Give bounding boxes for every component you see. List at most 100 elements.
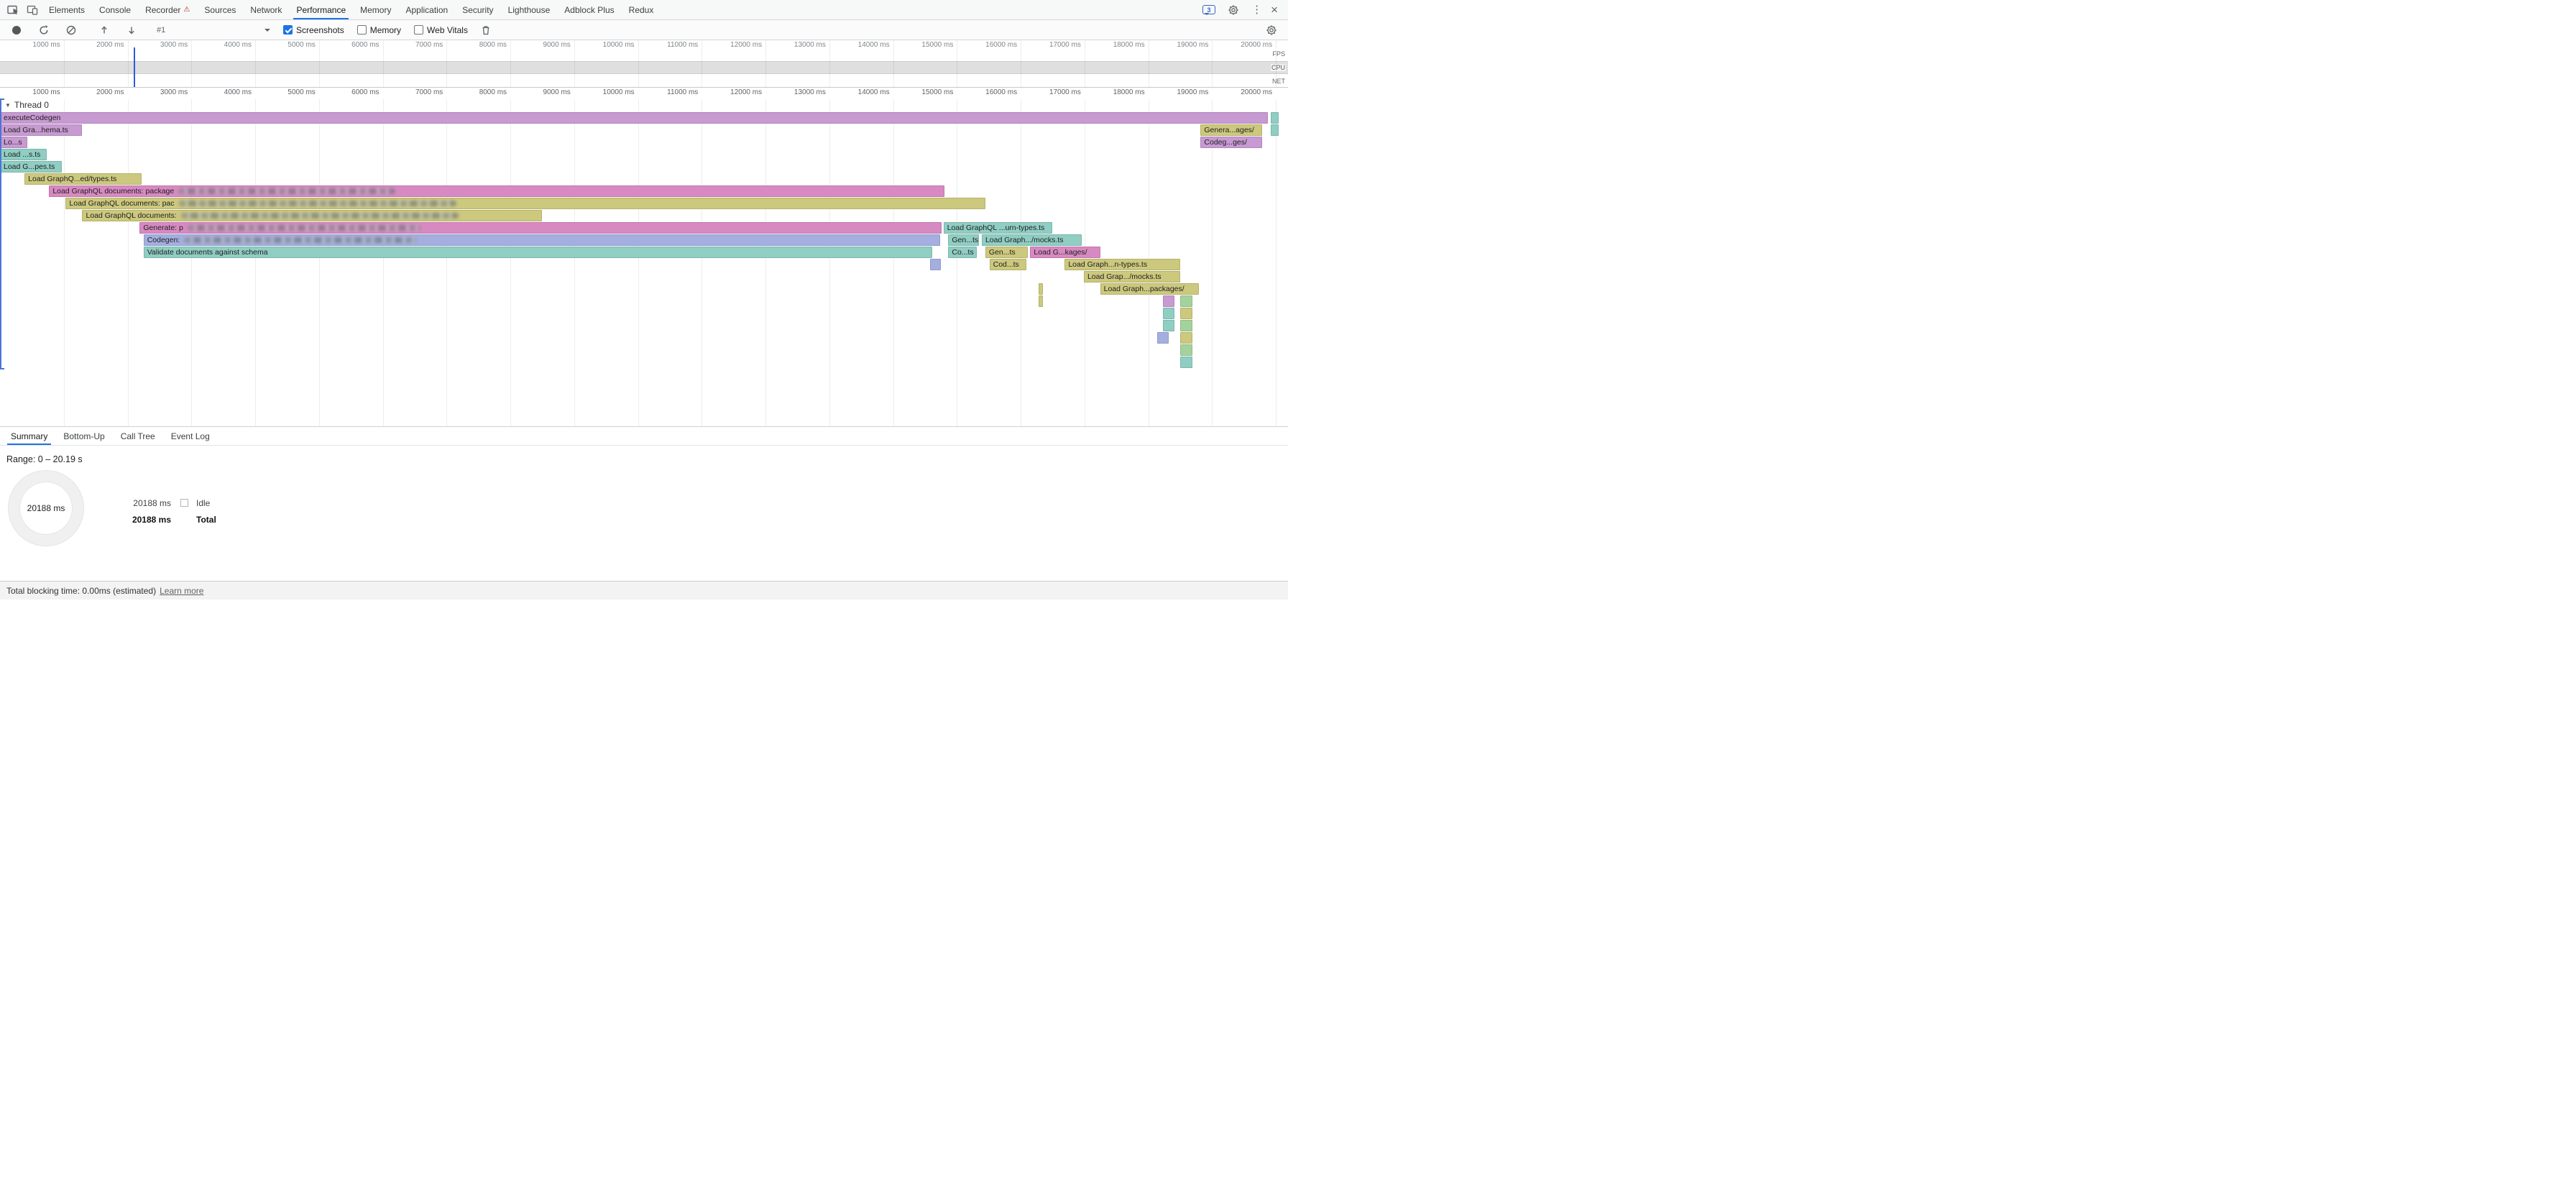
flame-bar[interactable]: Codeg...ges/ <box>1200 137 1262 148</box>
drawer-tab-bottom-up[interactable]: Bottom-Up <box>55 427 112 445</box>
thread-label: Thread 0 <box>14 100 49 110</box>
tab-application[interactable]: Application <box>398 0 455 19</box>
redacted-text-blur <box>178 188 395 194</box>
tab-label: Security <box>462 5 493 15</box>
disclosure-triangle-icon[interactable]: ▼ <box>5 102 11 109</box>
flame-tick-label: 5000 ms <box>288 88 318 96</box>
drawer-tab-event-log[interactable]: Event Log <box>163 427 218 445</box>
clear-icon[interactable] <box>62 21 80 40</box>
reload-icon[interactable] <box>34 21 53 40</box>
device-toolbar-icon[interactable] <box>23 1 42 19</box>
delete-recording-icon[interactable] <box>477 21 495 40</box>
tab-security[interactable]: Security <box>455 0 500 19</box>
flame-bar[interactable] <box>1157 332 1168 344</box>
flame-bar[interactable] <box>1163 308 1174 319</box>
flame-bar-label: Validate documents against schema <box>147 248 268 257</box>
flame-bar-label: Load G...kages/ <box>1034 248 1087 257</box>
flame-bar-label: Codegen: <box>147 236 180 244</box>
tab-elements[interactable]: Elements <box>42 0 92 19</box>
flame-bar[interactable] <box>1163 320 1174 331</box>
tab-adblock-plus[interactable]: Adblock Plus <box>557 0 621 19</box>
flame-bar[interactable] <box>1180 332 1192 344</box>
tab-lighthouse[interactable]: Lighthouse <box>501 0 558 19</box>
flame-bar[interactable] <box>1271 124 1279 136</box>
flame-bar[interactable]: Load Grap.../mocks.ts <box>1084 271 1180 282</box>
flame-bar[interactable] <box>1039 283 1043 295</box>
overview-gridline <box>191 40 192 87</box>
flame-chart[interactable]: 1000 ms2000 ms3000 ms4000 ms5000 ms6000 … <box>0 88 1288 426</box>
overview-gridline <box>829 40 830 87</box>
flame-bar[interactable] <box>1163 295 1174 307</box>
issues-bubble-icon[interactable]: 3 <box>1202 5 1215 14</box>
flame-tick-label: 3000 ms <box>160 88 191 96</box>
flame-bar[interactable]: Load Graph...packages/ <box>1100 283 1199 295</box>
capture-settings-gear-icon[interactable] <box>1262 21 1281 40</box>
learn-more-link[interactable]: Learn more <box>160 586 203 596</box>
flame-bar[interactable] <box>1180 308 1192 319</box>
flame-bar[interactable]: Load ...s.ts <box>0 149 47 160</box>
flame-bar[interactable]: Generate: p <box>139 222 942 234</box>
tab-network[interactable]: Network <box>243 0 289 19</box>
more-menu-icon[interactable]: ⋮ <box>1251 4 1262 15</box>
flame-bar[interactable]: Co...ts <box>948 247 977 258</box>
drawer-tab-summary[interactable]: Summary <box>3 427 55 445</box>
checkbox-box[interactable] <box>357 25 367 35</box>
tab-performance[interactable]: Performance <box>289 0 353 19</box>
summary-donut-chart: 20188 ms <box>9 471 83 546</box>
checkbox-box[interactable] <box>283 25 293 35</box>
record-icon[interactable] <box>7 21 26 40</box>
tab-label: Recorder <box>145 5 180 15</box>
flame-bar[interactable]: Load Graph.../mocks.ts <box>982 234 1082 246</box>
flame-bar[interactable]: Load Graph...n-types.ts <box>1064 259 1180 270</box>
flame-tick-label: 16000 ms <box>985 88 1021 96</box>
flame-bar[interactable]: Codegen: <box>144 234 940 246</box>
flame-bar[interactable]: Load Gra...hema.ts <box>0 124 82 136</box>
flame-bar[interactable] <box>1180 295 1192 307</box>
flame-bar[interactable]: Gen...ts <box>985 247 1028 258</box>
flame-bar[interactable] <box>1039 295 1043 307</box>
checkbox-screenshots[interactable]: Screenshots <box>283 25 344 35</box>
tab-memory[interactable]: Memory <box>353 0 398 19</box>
checkbox-box[interactable] <box>414 25 423 35</box>
cpu-activity-band <box>0 61 1288 74</box>
flame-bar[interactable]: Load GraphQL documents: <box>82 210 542 221</box>
checkbox-memory[interactable]: Memory <box>357 25 401 35</box>
flame-bar-label: Load GraphQL ...urn-types.ts <box>947 224 1045 232</box>
thread-header[interactable]: ▼ Thread 0 <box>5 100 49 110</box>
flame-bar[interactable] <box>1180 357 1192 368</box>
flame-bar[interactable] <box>1180 344 1192 356</box>
flame-bar-label: Gen...ts <box>989 248 1016 257</box>
tab-redux[interactable]: Redux <box>622 0 661 19</box>
inspect-icon[interactable] <box>4 1 23 19</box>
flame-bar[interactable]: Load GraphQL ...urn-types.ts <box>944 222 1053 234</box>
tab-console[interactable]: Console <box>92 0 138 19</box>
tab-label: Application <box>405 5 448 15</box>
flame-bar[interactable]: Gen...ts <box>948 234 978 246</box>
load-profile-icon[interactable] <box>95 21 114 40</box>
timeline-overview[interactable]: FPS CPU NET 1000 ms2000 ms3000 ms4000 ms… <box>0 40 1288 88</box>
flame-bar[interactable] <box>1180 320 1192 331</box>
flame-bar[interactable]: Validate documents against schema <box>144 247 932 258</box>
flame-bar[interactable]: Load GraphQ...ed/types.ts <box>24 173 141 185</box>
flame-bar[interactable]: Genera...ages/ <box>1200 124 1262 136</box>
profile-select[interactable]: #1 <box>157 26 270 35</box>
flame-bar[interactable]: Load GraphQL documents: pac <box>65 198 985 209</box>
close-icon[interactable]: × <box>1271 4 1278 16</box>
chevron-down-icon <box>264 29 270 35</box>
flame-bar[interactable]: executeCodegen <box>0 112 1268 124</box>
flame-bar[interactable]: Cod...ts <box>990 259 1026 270</box>
save-profile-icon[interactable] <box>122 21 141 40</box>
checkbox-web-vitals[interactable]: Web Vitals <box>414 25 468 35</box>
total-value: 20188 ms <box>119 515 171 525</box>
settings-gear-icon[interactable] <box>1224 1 1243 19</box>
flame-bar[interactable] <box>1271 112 1279 124</box>
flame-bar[interactable]: Load GraphQL documents: package <box>49 185 944 197</box>
flame-bar[interactable]: Load G...pes.ts <box>0 161 62 173</box>
drawer-tab-call-tree[interactable]: Call Tree <box>113 427 163 445</box>
flame-bar[interactable]: Load G...kages/ <box>1030 247 1100 258</box>
checkbox-label: Screenshots <box>296 25 344 35</box>
flame-bar[interactable] <box>930 259 941 270</box>
tab-sources[interactable]: Sources <box>197 0 243 19</box>
overview-tick-label: 5000 ms <box>288 41 318 49</box>
tab-recorder[interactable]: Recorder⚠ <box>138 0 197 19</box>
